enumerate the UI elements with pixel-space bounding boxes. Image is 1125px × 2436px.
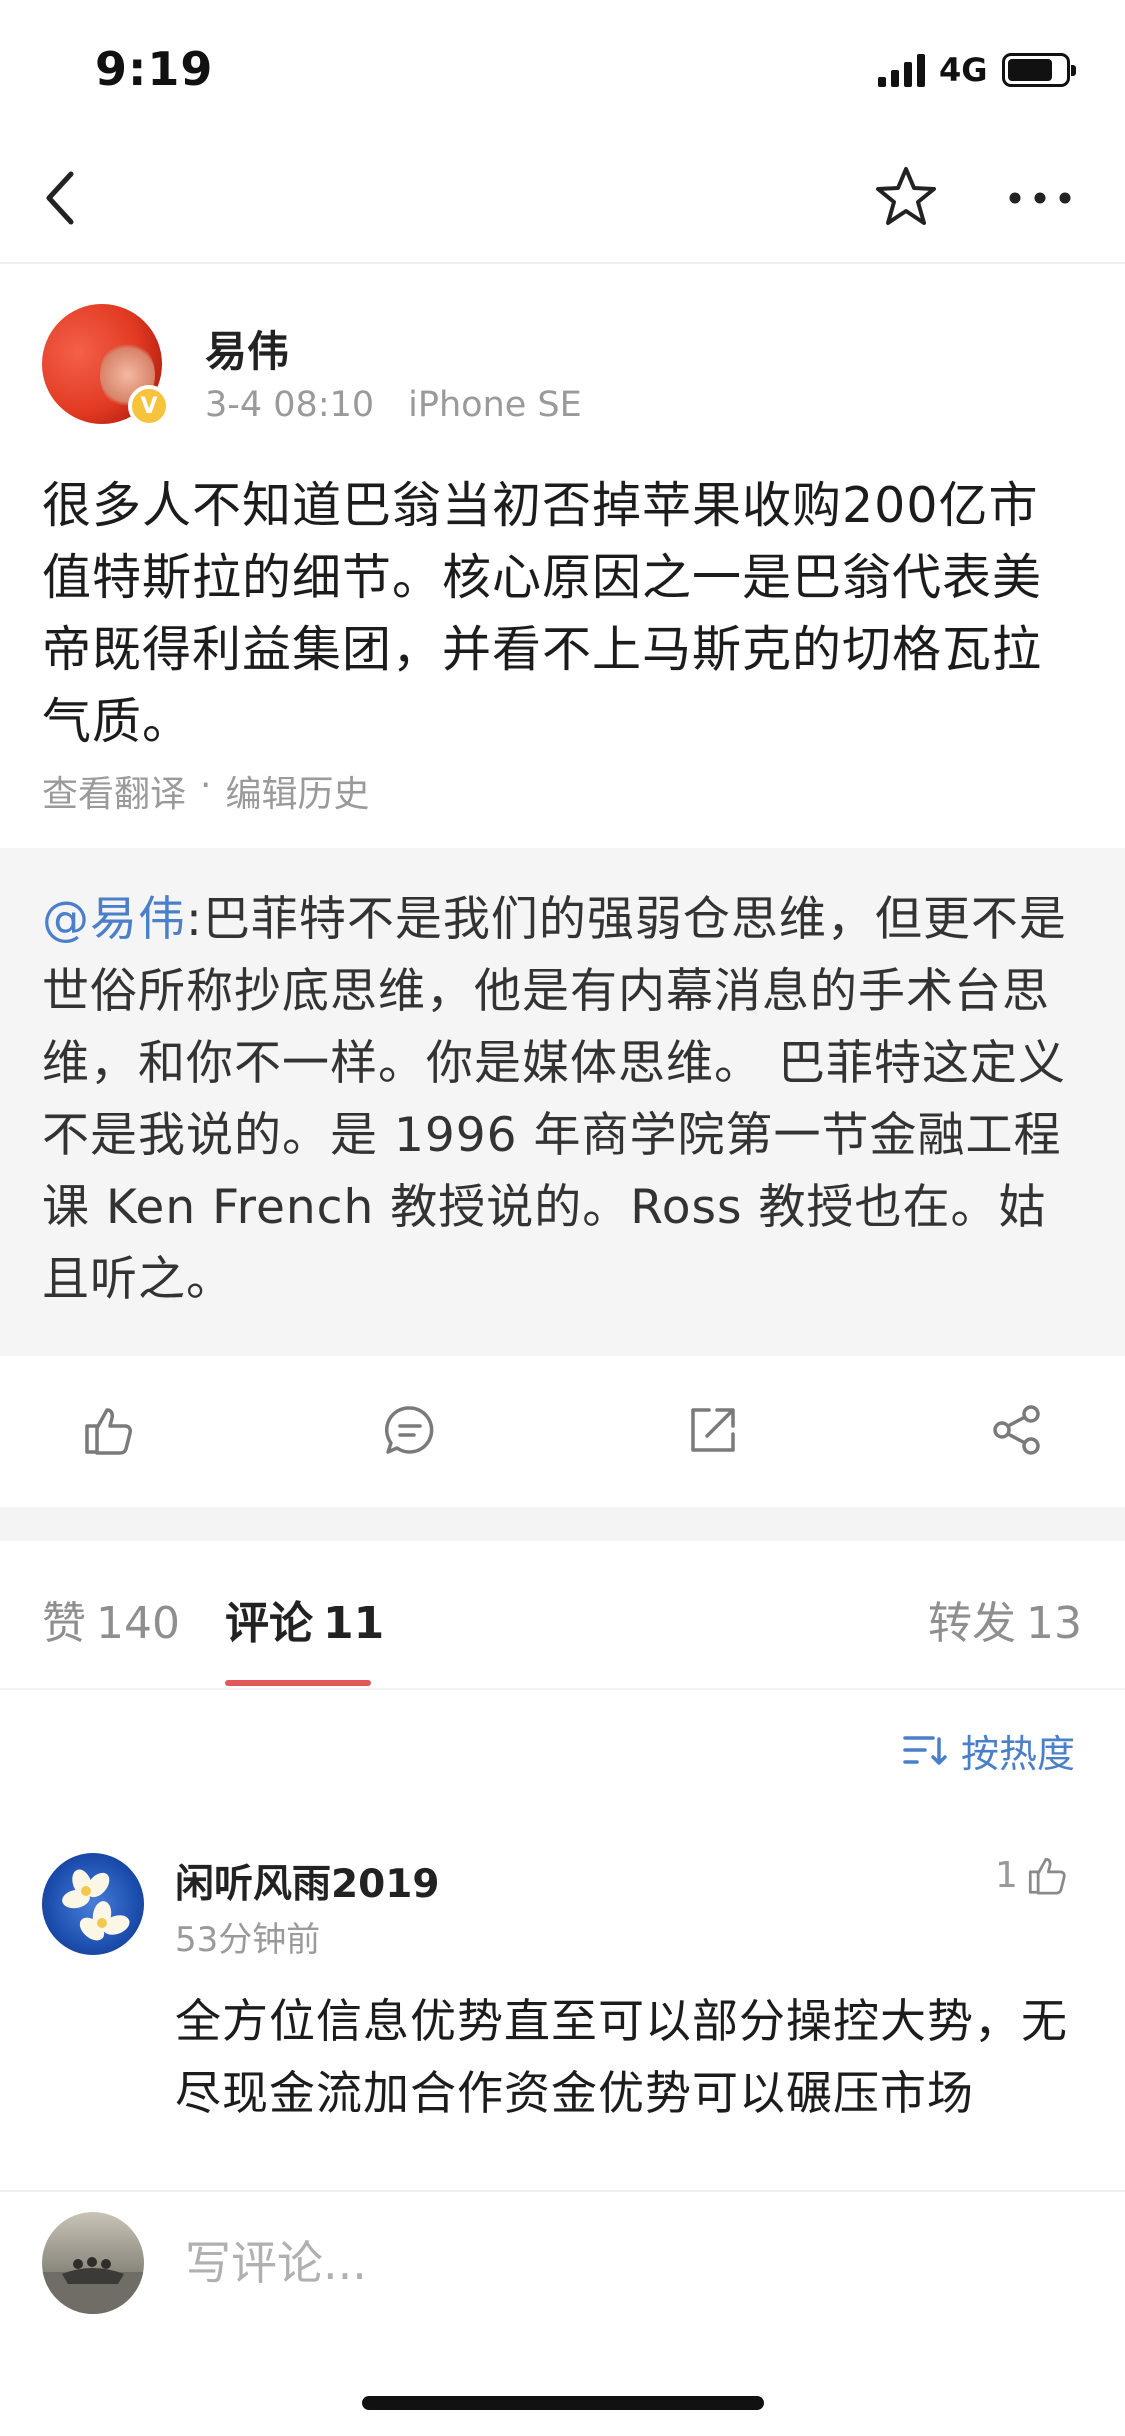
comment-like-count: 1	[995, 1854, 1018, 1896]
current-user-avatar[interactable]	[42, 2212, 144, 2314]
more-dots-icon	[1009, 192, 1071, 204]
share-nodes-icon	[993, 1405, 1040, 1455]
section-separator	[0, 1507, 1125, 1541]
translate-link[interactable]: 查看翻译	[42, 765, 186, 817]
network-type: 4G	[939, 51, 988, 89]
sort-button[interactable]: 按热度	[903, 1723, 1075, 1778]
more-button[interactable]	[1000, 170, 1080, 226]
post-text: 很多人不知道巴翁当初否掉苹果收购200亿市值特斯拉的细节。核心原因之一是巴翁代表…	[42, 477, 1043, 750]
tab-comments-count: 11	[323, 1598, 385, 1649]
tab-comments-label: 评论	[225, 1598, 313, 1649]
commenter-name[interactable]: 闲听风雨2019	[175, 1853, 440, 1909]
post-links: 查看翻译 · 编辑历史	[42, 765, 369, 817]
share-out-icon	[691, 1408, 735, 1452]
thumbs-up-icon	[1028, 1857, 1066, 1895]
tab-likes-count: 140	[96, 1598, 180, 1649]
tab-likes[interactable]: 赞 140	[42, 1587, 180, 1651]
quoted-mention[interactable]: @易伟	[42, 892, 186, 947]
tab-likes-label: 赞	[42, 1598, 86, 1649]
status-time: 9:19	[95, 42, 214, 96]
back-button[interactable]	[30, 160, 90, 236]
share-button[interactable]	[982, 1395, 1052, 1465]
commenter-avatar[interactable]	[42, 1853, 144, 1955]
tab-comments[interactable]: 评论 11	[225, 1587, 384, 1651]
comment-time: 53分钟前	[175, 1920, 321, 1960]
star-icon	[876, 167, 936, 225]
home-indicator[interactable]	[362, 2396, 764, 2410]
link-separator: ·	[200, 765, 212, 806]
status-indicators: 4G	[878, 48, 1076, 92]
verified-badge-icon: V	[128, 385, 170, 427]
tab-reposts-label: 转发	[928, 1598, 1016, 1649]
quoted-body: :巴菲特不是我们的强弱仓思维，但更不是世俗所称抄底思维，他是有内幕消息的手术台思…	[42, 892, 1067, 1307]
post-meta: 3-4 08:10 iPhone SE	[205, 385, 582, 425]
back-arrow-icon	[46, 171, 74, 225]
comment-input[interactable]	[185, 2228, 1065, 2298]
boat-avatar-image	[42, 2257, 144, 2314]
sort-label: 按热度	[961, 1732, 1076, 1776]
edit-history-link[interactable]: 编辑历史	[225, 765, 369, 817]
tab-divider	[0, 1688, 1125, 1690]
comment-button[interactable]	[375, 1395, 445, 1465]
comment-like-button[interactable]: 1	[995, 1853, 1068, 1897]
favorite-button[interactable]	[870, 160, 942, 232]
like-button[interactable]	[72, 1395, 142, 1465]
signal-icon	[878, 53, 925, 87]
nav-divider	[0, 262, 1125, 264]
battery-icon	[1001, 53, 1076, 87]
comment-text: 全方位信息优势直至可以部分操控大势，无尽现金流加合作资金优势可以碾压市场	[175, 1994, 1068, 2120]
post-time: 3-4 08:10	[205, 385, 375, 425]
quoted-text: @易伟:巴菲特不是我们的强弱仓思维，但更不是世俗所称抄底思维，他是有内幕消息的手…	[42, 884, 1087, 1316]
active-tab-indicator	[225, 1680, 371, 1686]
tab-reposts[interactable]: 转发 13	[928, 1587, 1082, 1651]
thumbs-up-icon	[85, 1408, 132, 1455]
flower-avatar-image	[62, 1869, 130, 1941]
sort-icon	[903, 1735, 947, 1765]
tab-reposts-count: 13	[1026, 1598, 1082, 1649]
repost-button[interactable]	[678, 1395, 748, 1465]
comment-bubble-icon	[385, 1406, 434, 1454]
author-name[interactable]: 易伟	[205, 318, 289, 379]
post-device: iPhone SE	[408, 385, 582, 425]
